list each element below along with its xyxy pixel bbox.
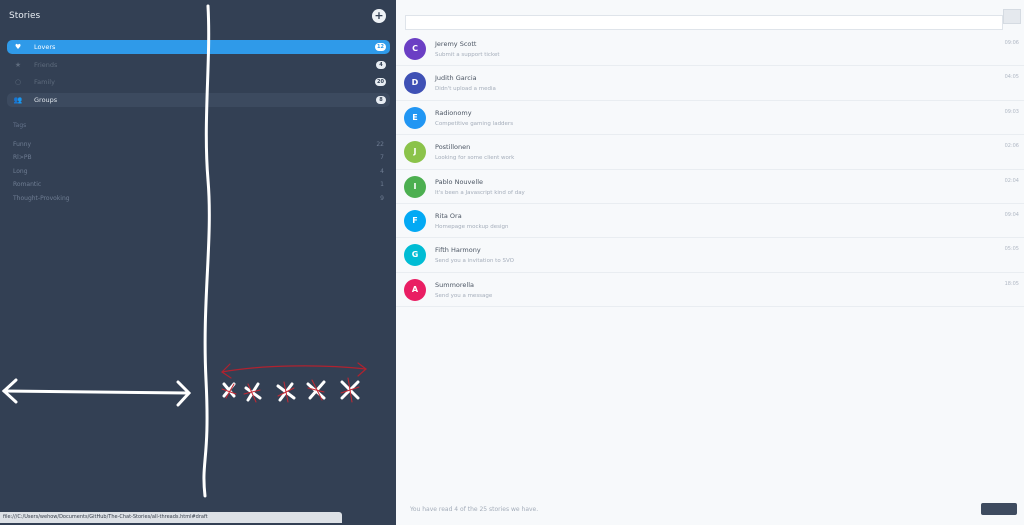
avatar: J bbox=[404, 141, 426, 164]
search-bar bbox=[405, 9, 1021, 30]
plus-icon: + bbox=[374, 9, 384, 22]
group-list: ♥ Lovers 12 ★ Friends 4 ○ Family 20 👥 Groups 8 bbox=[7, 40, 390, 110]
star-icon: ★ bbox=[14, 60, 22, 69]
sidebar-item-count: 4 bbox=[376, 60, 386, 69]
tag-count: 22 bbox=[376, 141, 384, 148]
story-name: Radionomy bbox=[435, 108, 472, 117]
sidebar-item-label: Family bbox=[34, 78, 55, 86]
avatar: A bbox=[404, 278, 426, 301]
story-time: 02:04 bbox=[1004, 177, 1019, 184]
story-row[interactable]: I Pablo Nouvelle It's been a Javascript ki… bbox=[396, 170, 1024, 204]
story-pane: C Jeremy Scott Submit a support ticket 09:0… bbox=[396, 0, 1024, 525]
avatar: F bbox=[404, 209, 426, 232]
search-button[interactable] bbox=[1003, 9, 1021, 24]
sidebar-item-count: 20 bbox=[375, 78, 386, 86]
tag-count: 4 bbox=[380, 167, 384, 175]
avatar: I bbox=[404, 175, 426, 198]
sidebar-item-family[interactable]: ○ Family 20 bbox=[7, 75, 390, 89]
tag-item[interactable]: Thought-Provoking 9 bbox=[13, 194, 384, 207]
avatar: C bbox=[404, 38, 426, 60]
story-row[interactable]: E Radionomy Competitive gaming ladders 09:0… bbox=[396, 101, 1024, 136]
story-row[interactable]: A Summorella Send you a message 18:05 bbox=[396, 273, 1024, 308]
story-message: Homepage mockup design bbox=[435, 223, 509, 230]
tag-list: Funny 22 Rl>PB 7 Long 4 Romantic 1 Thought-Provo… bbox=[13, 140, 384, 207]
sidebar-item-label: Lovers bbox=[34, 43, 56, 51]
heart-icon: ♥ bbox=[14, 43, 22, 51]
sidebar-item-lovers[interactable]: ♥ Lovers 12 bbox=[7, 40, 390, 54]
add-story-button[interactable]: + bbox=[372, 9, 386, 23]
story-message: Competitive gaming ladders bbox=[435, 120, 514, 127]
story-name: Judith Garcia bbox=[435, 74, 477, 83]
story-name: Jeremy Scott bbox=[435, 40, 477, 48]
story-name: Pablo Nouvelle bbox=[435, 177, 484, 186]
tag-count: 7 bbox=[380, 154, 384, 162]
story-time: 09:06 bbox=[1004, 40, 1019, 46]
group-icon: 👥 bbox=[13, 95, 23, 104]
story-message: Looking for some client work bbox=[435, 155, 515, 162]
story-time: 09:03 bbox=[1004, 108, 1019, 115]
story-time: 04:05 bbox=[1004, 74, 1019, 81]
story-row[interactable]: J Postillonen Looking for some client work… bbox=[396, 135, 1024, 170]
sidebar-item-label: Groups bbox=[34, 95, 58, 104]
story-row[interactable]: G Fifth Harmony Send you a invitation to S… bbox=[396, 238, 1024, 273]
story-message: Send you a invitation to SVO bbox=[435, 258, 514, 265]
read-summary: You have read 4 of the 25 stories we hav… bbox=[410, 506, 539, 513]
story-time: 05:05 bbox=[1004, 246, 1019, 253]
tag-label: Long bbox=[13, 167, 28, 175]
story-time: 18:05 bbox=[1004, 280, 1019, 287]
story-name: Rita Ora bbox=[435, 211, 462, 220]
tag-item[interactable]: Romantic 1 bbox=[13, 180, 384, 193]
circle-icon: ○ bbox=[14, 78, 22, 86]
story-message: Didn't upload a media bbox=[435, 86, 496, 93]
story-time: 09:04 bbox=[1004, 211, 1019, 218]
tags-heading: Tags bbox=[13, 122, 27, 129]
footer-button[interactable] bbox=[981, 503, 1017, 515]
story-row[interactable]: C Jeremy Scott Submit a support ticket 09:0… bbox=[396, 32, 1024, 67]
tag-item[interactable]: Funny 22 bbox=[13, 140, 384, 153]
story-list: C Jeremy Scott Submit a support ticket 09:0… bbox=[396, 32, 1024, 308]
avatar: E bbox=[404, 106, 426, 129]
search-input[interactable] bbox=[405, 15, 1003, 30]
story-message: It's been a Javascript kind of day bbox=[435, 189, 525, 196]
tag-count: 9 bbox=[380, 194, 384, 202]
story-time: 02:06 bbox=[1004, 143, 1019, 150]
sidebar: Stories + ♥ Lovers 12 ★ Friends 4 ○ Family 20 👥 Gr… bbox=[0, 0, 396, 525]
sidebar-item-groups[interactable]: 👥 Groups 8 bbox=[7, 92, 390, 107]
sidebar-title: Stories bbox=[9, 11, 41, 21]
story-name: Fifth Harmony bbox=[435, 246, 481, 255]
sidebar-item-friends[interactable]: ★ Friends 4 bbox=[7, 58, 390, 72]
avatar: D bbox=[404, 72, 426, 95]
story-row[interactable]: F Rita Ora Homepage mockup design 09:04 bbox=[396, 204, 1024, 239]
sidebar-item-count: 12 bbox=[375, 43, 386, 51]
sidebar-header: Stories + bbox=[9, 9, 388, 27]
sidebar-item-count: 8 bbox=[376, 95, 386, 104]
tag-label: Romantic bbox=[13, 181, 42, 189]
story-name: Postillonen bbox=[435, 143, 471, 152]
tag-label: Funny bbox=[13, 141, 32, 148]
sidebar-item-label: Friends bbox=[34, 60, 58, 69]
tag-item[interactable]: Rl>PB 7 bbox=[13, 153, 384, 166]
tag-item[interactable]: Long 4 bbox=[13, 167, 384, 180]
story-name: Summorella bbox=[435, 280, 475, 289]
story-message: Send you a message bbox=[435, 292, 493, 299]
tag-count: 1 bbox=[380, 181, 384, 189]
browser-status-url: file:///C:/Users/wehow/Documents/GitHub/… bbox=[0, 512, 342, 523]
tag-label: Thought-Provoking bbox=[13, 194, 70, 202]
story-row[interactable]: D Judith Garcia Didn't upload a media 04:05 bbox=[396, 66, 1024, 101]
story-message: Submit a support ticket bbox=[435, 52, 500, 58]
avatar: G bbox=[404, 244, 426, 267]
tag-label: Rl>PB bbox=[13, 154, 32, 162]
